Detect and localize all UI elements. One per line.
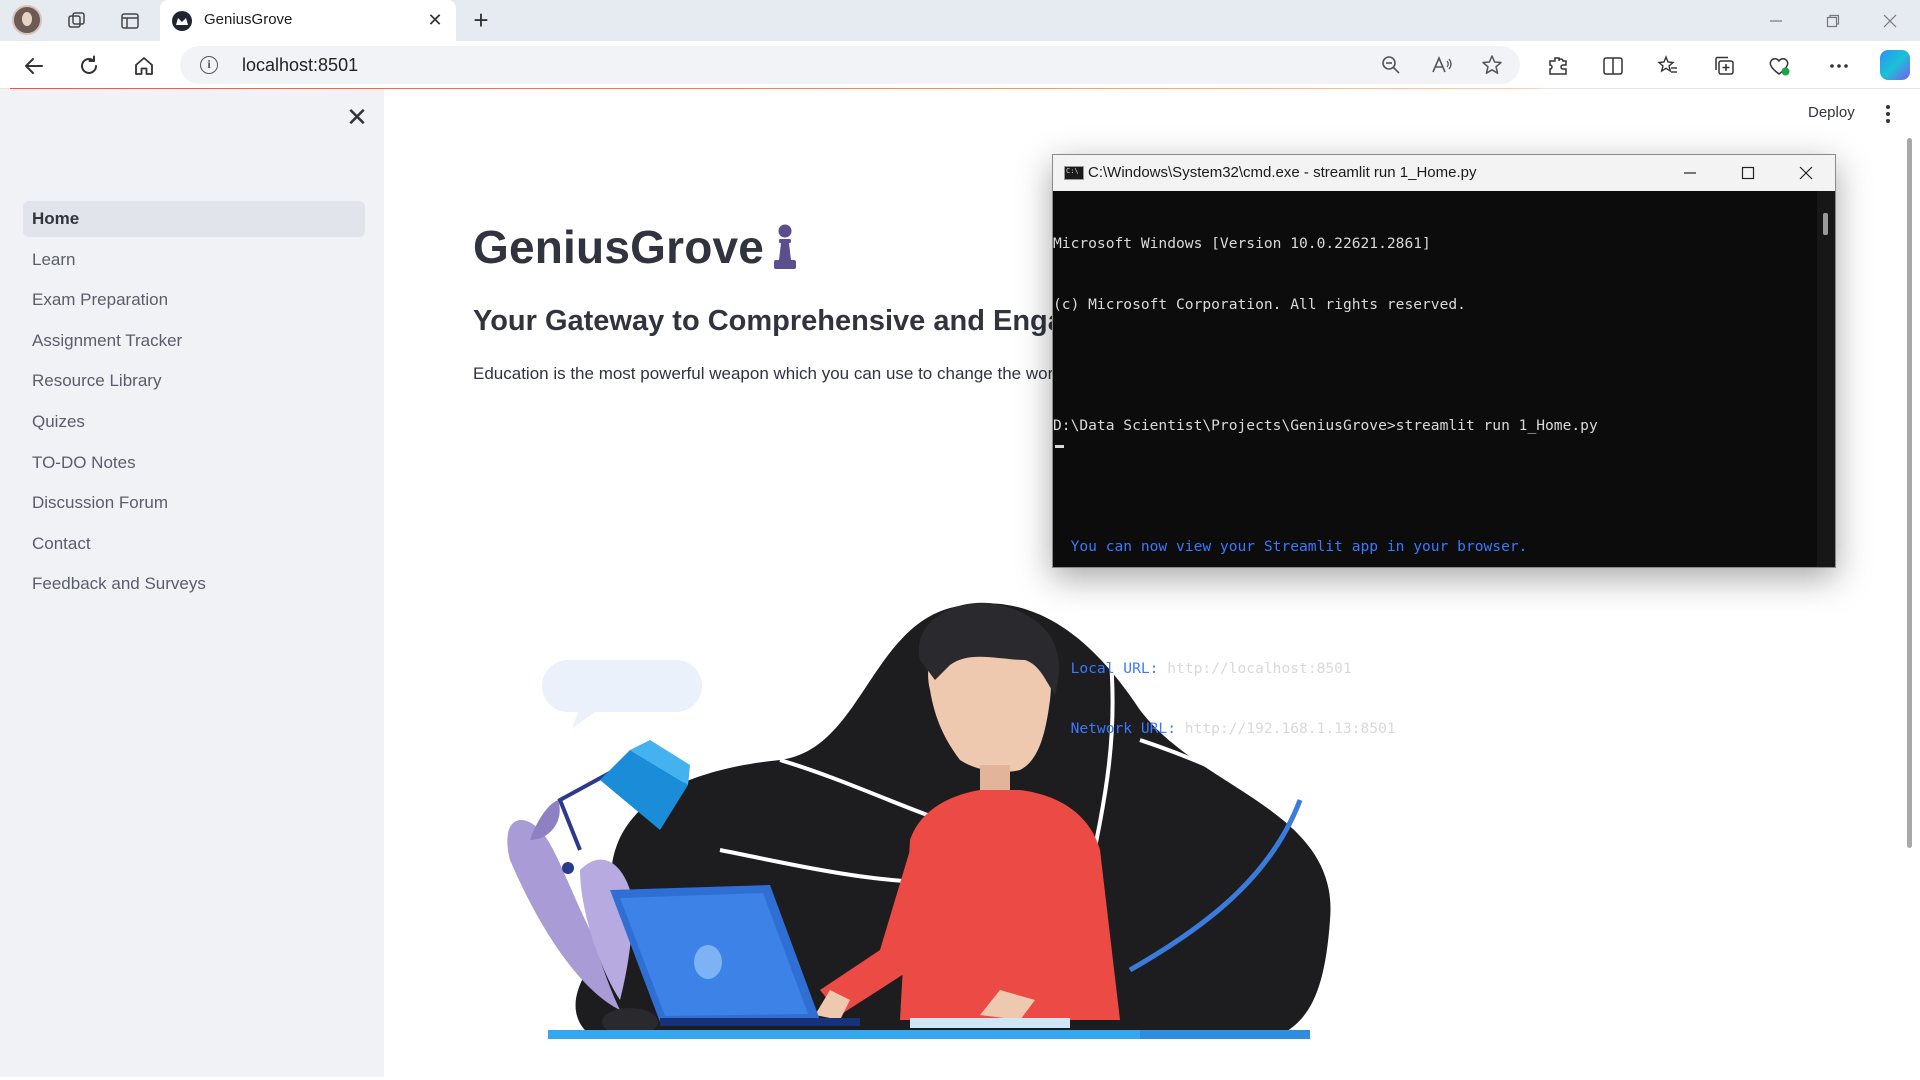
deploy-button[interactable]: Deploy bbox=[1808, 104, 1855, 121]
sidebar-item-home[interactable]: Home bbox=[23, 201, 365, 237]
sidebar-item-resource-library[interactable]: Resource Library bbox=[23, 363, 365, 399]
split-screen-icon[interactable] bbox=[1599, 52, 1627, 80]
page-subtitle: Your Gateway to Comprehensive and Engag bbox=[473, 305, 1082, 337]
read-aloud-icon[interactable] bbox=[1431, 54, 1453, 76]
favorite-star-icon[interactable] bbox=[1481, 54, 1503, 76]
close-window-button[interactable] bbox=[1862, 0, 1918, 41]
main-menu-icon[interactable] bbox=[1884, 104, 1892, 124]
cmd-app-icon bbox=[1064, 166, 1084, 180]
workspaces-icon[interactable] bbox=[62, 6, 92, 36]
restore-window-button[interactable] bbox=[1805, 0, 1861, 41]
minimize-window-button[interactable] bbox=[1748, 0, 1804, 41]
cmd-window[interactable]: C:\Windows\System32\cmd.exe - streamlit … bbox=[1052, 154, 1836, 737]
cmd-maximize-button[interactable] bbox=[1719, 155, 1777, 191]
cmd-minimize-button[interactable] bbox=[1661, 155, 1719, 191]
browser-tab-bar: GeniusGrove ✕ + bbox=[0, 0, 1920, 41]
cmd-scrollbar-thumb[interactable] bbox=[1823, 213, 1828, 235]
close-tab-icon[interactable]: ✕ bbox=[424, 9, 446, 31]
cmd-titlebar[interactable]: C:\Windows\System32\cmd.exe - streamlit … bbox=[1053, 155, 1835, 191]
browser-toolbar: i localhost:8501 bbox=[0, 41, 1920, 89]
page-quote: Education is the most powerful weapon wh… bbox=[473, 364, 1058, 383]
profile-avatar[interactable] bbox=[12, 5, 42, 35]
home-button[interactable] bbox=[128, 50, 160, 82]
sidebar-nav: Home Learn Exam Preparation Assignment T… bbox=[23, 201, 365, 607]
new-tab-button[interactable]: + bbox=[468, 7, 494, 34]
sidebar-item-quizes[interactable]: Quizes bbox=[23, 404, 365, 440]
site-info-icon[interactable]: i bbox=[200, 56, 218, 74]
console-cursor bbox=[1055, 445, 1064, 448]
cmd-close-button[interactable] bbox=[1777, 155, 1835, 191]
console-line: Network URL: http://192.168.1.13:8501 bbox=[1053, 719, 1815, 739]
cmd-console-output[interactable]: Microsoft Windows [Version 10.0.22621.28… bbox=[1053, 191, 1815, 737]
sidebar-item-learn[interactable]: Learn bbox=[23, 242, 365, 278]
back-button[interactable] bbox=[18, 50, 50, 82]
chess-pawn-icon bbox=[769, 222, 801, 277]
close-sidebar-icon[interactable]: ✕ bbox=[344, 104, 370, 131]
local-url[interactable]: http://localhost:8501 bbox=[1167, 660, 1352, 677]
address-bar[interactable]: i localhost:8501 bbox=[180, 46, 1520, 84]
sidebar-item-assignment-tracker[interactable]: Assignment Tracker bbox=[23, 323, 365, 359]
tab-title: GeniusGrove bbox=[204, 11, 293, 28]
copilot-icon[interactable] bbox=[1880, 50, 1910, 80]
more-menu-icon[interactable] bbox=[1825, 52, 1853, 80]
browser-essentials-icon[interactable] bbox=[1765, 52, 1793, 80]
page-scrollbar[interactable] bbox=[1907, 138, 1912, 848]
console-line: D:\Data Scientist\Projects\GeniusGrove>s… bbox=[1053, 417, 1598, 435]
extensions-icon[interactable] bbox=[1544, 52, 1572, 80]
local-url-label: Local URL: bbox=[1053, 659, 1168, 677]
cmd-scrollbar[interactable] bbox=[1817, 191, 1835, 567]
address-text[interactable]: localhost:8501 bbox=[242, 55, 358, 76]
console-line: Local URL: http://localhost:8501 bbox=[1053, 659, 1815, 679]
vertical-tabs-icon[interactable] bbox=[115, 6, 145, 36]
sidebar-item-discussion-forum[interactable]: Discussion Forum bbox=[23, 485, 365, 521]
console-line: You can now view your Streamlit app in y… bbox=[1053, 538, 1528, 556]
page-title: GeniusGrove bbox=[473, 221, 765, 273]
sidebar-item-feedback-and-surveys[interactable]: Feedback and Surveys bbox=[23, 566, 365, 602]
cmd-window-title: C:\Windows\System32\cmd.exe - streamlit … bbox=[1088, 164, 1477, 181]
network-url[interactable]: http://192.168.1.13:8501 bbox=[1185, 720, 1396, 737]
collections-icon[interactable] bbox=[1710, 52, 1738, 80]
console-line: Microsoft Windows [Version 10.0.22621.28… bbox=[1053, 235, 1431, 253]
console-line: (c) Microsoft Corporation. All rights re… bbox=[1053, 296, 1466, 313]
favorites-icon[interactable] bbox=[1654, 52, 1682, 80]
sidebar-item-contact[interactable]: Contact bbox=[23, 526, 365, 562]
sidebar-item-exam-preparation[interactable]: Exam Preparation bbox=[23, 282, 365, 318]
network-url-label: Network URL: bbox=[1053, 720, 1185, 738]
sidebar-item-todo-notes[interactable]: TO-DO Notes bbox=[23, 445, 365, 481]
streamlit-favicon-icon bbox=[172, 11, 192, 31]
refresh-button[interactable] bbox=[73, 50, 105, 82]
zoom-icon[interactable] bbox=[1380, 54, 1402, 76]
app-sidebar: ✕ Home Learn Exam Preparation Assignment… bbox=[0, 89, 384, 1077]
tab-geniusgrove[interactable]: GeniusGrove ✕ bbox=[160, 0, 456, 41]
